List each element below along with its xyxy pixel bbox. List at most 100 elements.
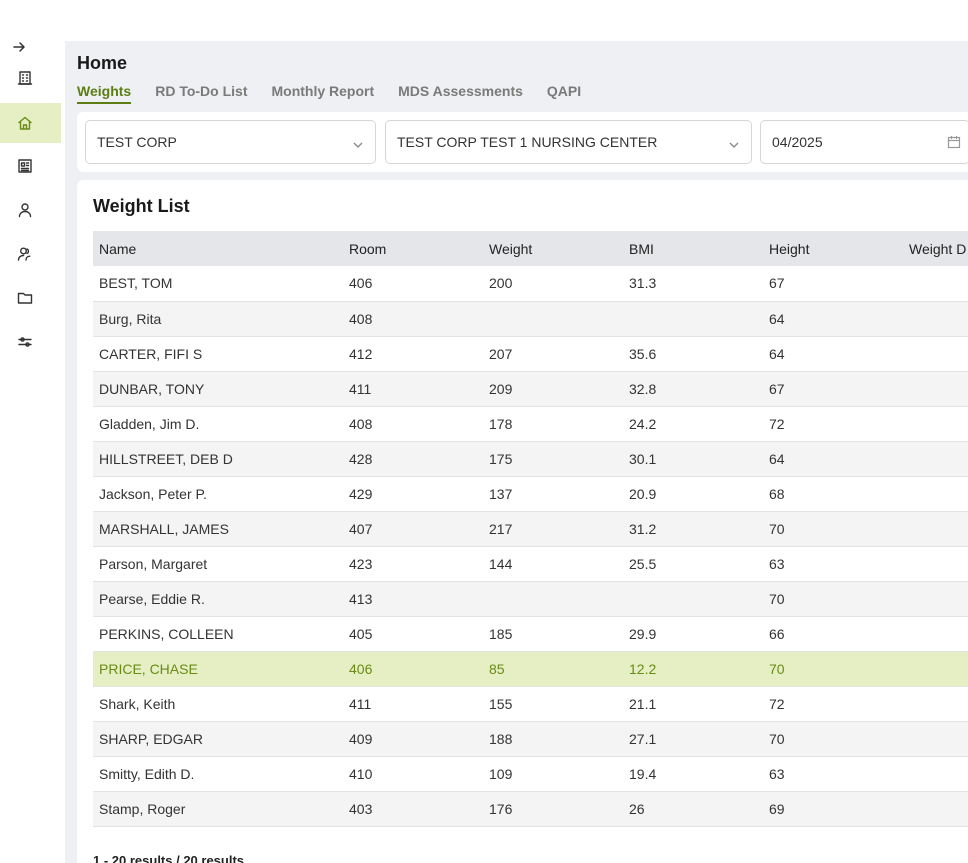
- cell-weight: 185: [483, 616, 623, 652]
- cell-room: 406: [343, 651, 483, 687]
- tab-weights[interactable]: Weights: [77, 83, 132, 104]
- cell-bmi: [623, 301, 763, 337]
- cell-weight: 137: [483, 476, 623, 512]
- cell-name: PERKINS, COLLEEN: [93, 616, 343, 652]
- cell-room: 410: [343, 756, 483, 792]
- table-row[interactable]: CARTER, FIFI S 412 207 35.6 64: [93, 336, 968, 372]
- column-header-weight-d[interactable]: Weight D: [903, 231, 968, 266]
- tab-mds-assessments[interactable]: MDS Assessments: [398, 83, 523, 104]
- column-header-bmi[interactable]: BMI: [623, 231, 763, 266]
- table-row[interactable]: BEST, TOM 406 200 31.3 67: [93, 266, 968, 302]
- cell-room: 403: [343, 791, 483, 827]
- table-row[interactable]: Pearse, Eddie R. 413 70: [93, 581, 968, 617]
- user-icon[interactable]: [0, 190, 61, 230]
- main-panel: Home Weights RD To-Do List Monthly Repor…: [65, 41, 968, 863]
- table-row[interactable]: PERKINS, COLLEEN 405 185 29.9 66: [93, 616, 968, 652]
- cell-bmi: 20.9: [623, 476, 763, 512]
- cell-name: Burg, Rita: [93, 301, 343, 337]
- table-row[interactable]: PRICE, CHASE 406 85 12.2 70: [93, 651, 968, 687]
- cell-weight: [483, 301, 623, 337]
- filter-bar: TEST CORP TEST CORP TEST 1 NURSING CENTE…: [77, 112, 968, 172]
- tab-monthly-report[interactable]: Monthly Report: [271, 83, 374, 104]
- column-header-name[interactable]: Name: [93, 231, 343, 266]
- cell-name: Stamp, Roger: [93, 791, 343, 827]
- column-header-height[interactable]: Height: [763, 231, 903, 266]
- cell-height: 64: [763, 336, 903, 372]
- sliders-icon[interactable]: [0, 322, 61, 362]
- facility-select-value: TEST CORP TEST 1 NURSING CENTER: [397, 134, 658, 150]
- table-row[interactable]: Shark, Keith 411 155 21.1 72: [93, 686, 968, 722]
- tab-bar: Weights RD To-Do List Monthly Report MDS…: [77, 83, 581, 104]
- weight-list-title: Weight List: [93, 196, 190, 216]
- cell-name: PRICE, CHASE: [93, 651, 343, 687]
- cell-name: BEST, TOM: [93, 266, 343, 302]
- cell-name: SHARP, EDGAR: [93, 721, 343, 757]
- cell-weight: 175: [483, 441, 623, 477]
- users-icon[interactable]: [0, 234, 61, 274]
- cell-bmi: 25.5: [623, 546, 763, 582]
- cell-height: 70: [763, 721, 903, 757]
- cell-bmi: 31.3: [623, 266, 763, 302]
- table-row[interactable]: Parson, Margaret 423 144 25.5 63: [93, 546, 968, 582]
- cell-weight-d: [903, 441, 968, 477]
- cell-bmi: 30.1: [623, 441, 763, 477]
- cell-bmi: 29.9: [623, 616, 763, 652]
- cell-weight: 209: [483, 371, 623, 407]
- cell-bmi: 31.2: [623, 511, 763, 547]
- table-row[interactable]: Jackson, Peter P. 429 137 20.9 68: [93, 476, 968, 512]
- chevron-down-icon: [353, 137, 363, 148]
- page-title: Home: [77, 53, 128, 73]
- cell-bmi: [623, 581, 763, 617]
- cell-name: MARSHALL, JAMES: [93, 511, 343, 547]
- cell-bmi: 24.2: [623, 406, 763, 442]
- results-count: 1 - 20 results / 20 results: [93, 853, 245, 863]
- cell-room: 428: [343, 441, 483, 477]
- cell-height: 69: [763, 791, 903, 827]
- corp-select[interactable]: TEST CORP: [85, 120, 376, 164]
- tab-qapi[interactable]: QAPI: [547, 83, 581, 104]
- column-header-room[interactable]: Room: [343, 231, 483, 266]
- cell-height: 63: [763, 756, 903, 792]
- table-row[interactable]: DUNBAR, TONY 411 209 32.8 67: [93, 371, 968, 407]
- cell-weight: 178: [483, 406, 623, 442]
- chevron-down-icon: [729, 137, 739, 148]
- cell-weight: 155: [483, 686, 623, 722]
- tab-rd-to-do-list[interactable]: RD To-Do List: [155, 83, 247, 104]
- table-row[interactable]: SHARP, EDGAR 409 188 27.1 70: [93, 721, 968, 757]
- cell-weight-d: [903, 406, 968, 442]
- cell-weight-d: [903, 511, 968, 547]
- cell-bmi: 19.4: [623, 756, 763, 792]
- table-row[interactable]: HILLSTREET, DEB D 428 175 30.1 64: [93, 441, 968, 477]
- cell-name: Smitty, Edith D.: [93, 756, 343, 792]
- table-row[interactable]: Smitty, Edith D. 410 109 19.4 63: [93, 756, 968, 792]
- cell-weight: [483, 581, 623, 617]
- table-row[interactable]: Burg, Rita 408 64: [93, 301, 968, 337]
- cell-bmi: 21.1: [623, 686, 763, 722]
- table-row[interactable]: Gladden, Jim D. 408 178 24.2 72: [93, 406, 968, 442]
- date-picker[interactable]: 04/2025: [760, 120, 968, 164]
- cell-room: 408: [343, 406, 483, 442]
- table-row[interactable]: MARSHALL, JAMES 407 217 31.2 70: [93, 511, 968, 547]
- facility-select[interactable]: TEST CORP TEST 1 NURSING CENTER: [385, 120, 752, 164]
- folder-icon[interactable]: [0, 278, 61, 318]
- expand-sidebar-arrow-icon[interactable]: [12, 40, 30, 56]
- cell-weight-d: [903, 371, 968, 407]
- cell-name: Parson, Margaret: [93, 546, 343, 582]
- cell-weight: 144: [483, 546, 623, 582]
- cell-name: CARTER, FIFI S: [93, 336, 343, 372]
- cell-height: 70: [763, 581, 903, 617]
- cell-weight-d: [903, 651, 968, 687]
- table-row[interactable]: Stamp, Roger 403 176 26 69: [93, 791, 968, 827]
- building-icon[interactable]: [0, 58, 61, 98]
- home-icon[interactable]: [0, 103, 61, 143]
- table-header-row: Name Room Weight BMI Height Weight D: [93, 231, 968, 266]
- date-picker-value: 04/2025: [772, 134, 823, 150]
- column-header-weight[interactable]: Weight: [483, 231, 623, 266]
- cell-room: 411: [343, 686, 483, 722]
- report-icon[interactable]: [0, 146, 61, 186]
- cell-room: 409: [343, 721, 483, 757]
- cell-name: Pearse, Eddie R.: [93, 581, 343, 617]
- cell-room: 406: [343, 266, 483, 302]
- cell-weight: 176: [483, 791, 623, 827]
- cell-weight: 109: [483, 756, 623, 792]
